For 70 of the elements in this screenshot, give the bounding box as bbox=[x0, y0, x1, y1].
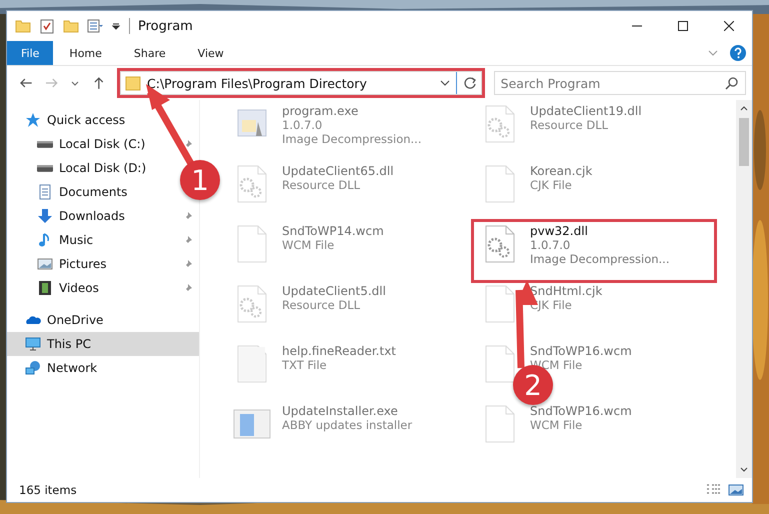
file-name[interactable]: UpdateClient19.dll bbox=[530, 104, 642, 118]
back-icon[interactable] bbox=[19, 76, 33, 90]
file-detail: WCM File bbox=[530, 418, 584, 432]
search-icon[interactable] bbox=[725, 76, 739, 90]
ribbon-tab[interactable]: Share bbox=[118, 41, 182, 65]
expand-ribbon-icon[interactable] bbox=[708, 48, 718, 58]
film-icon bbox=[37, 280, 53, 296]
file-name[interactable]: program.exe bbox=[282, 104, 422, 118]
file-detail: Resource DLL bbox=[530, 118, 610, 132]
maximize-icon bbox=[678, 21, 688, 31]
file-name[interactable]: SndToWP14.wcm bbox=[282, 224, 384, 238]
file-detail: CJK File bbox=[530, 178, 573, 192]
nav-item[interactable]: Pictures bbox=[7, 252, 199, 276]
nav-item[interactable]: Downloads bbox=[7, 204, 199, 228]
customize-icon[interactable] bbox=[111, 21, 121, 31]
file-detail: Resource DLL bbox=[282, 298, 362, 312]
minimize-icon bbox=[632, 25, 642, 27]
view-options-icon[interactable] bbox=[87, 18, 103, 34]
network-icon bbox=[25, 360, 41, 376]
search-bar[interactable]: Search Program bbox=[494, 71, 746, 95]
monitor-icon bbox=[25, 336, 41, 352]
refresh-icon[interactable] bbox=[462, 76, 477, 90]
file-name[interactable]: UpdateClient65.dll bbox=[282, 164, 394, 178]
file-detail: Image Decompression... bbox=[530, 252, 670, 266]
large-icons-view-icon[interactable] bbox=[728, 482, 744, 498]
properties-icon[interactable] bbox=[39, 18, 55, 34]
ribbon-tab[interactable]: Home bbox=[53, 41, 118, 65]
nav-item[interactable]: Local Disk (C:) bbox=[7, 132, 199, 156]
nav-item[interactable]: OneDrive bbox=[7, 308, 199, 332]
document-icon bbox=[37, 184, 53, 200]
scroll-up-icon[interactable] bbox=[740, 104, 748, 112]
nav-item[interactable]: Music bbox=[7, 228, 199, 252]
drive-icon bbox=[37, 164, 53, 172]
file-name: pvw32.dll bbox=[530, 224, 589, 238]
file-name[interactable]: SndToWP16.wcm bbox=[530, 344, 632, 358]
file-name[interactable]: Korean.cjk bbox=[530, 164, 592, 178]
window-title: Program bbox=[138, 18, 193, 34]
nav-item[interactable]: This PC bbox=[7, 332, 199, 356]
file-detail: ABBY updates installer bbox=[282, 418, 412, 432]
dropdown-icon[interactable] bbox=[440, 78, 450, 88]
download-icon bbox=[37, 208, 53, 224]
close-icon bbox=[724, 21, 734, 31]
ribbon-tab[interactable]: File bbox=[7, 41, 54, 65]
nav-item[interactable]: Documents bbox=[7, 180, 140, 204]
file-name[interactable]: SndToWP16.wcm bbox=[530, 404, 632, 418]
file-detail: 1.0.7.0 bbox=[282, 118, 324, 132]
ribbon-tab[interactable]: View bbox=[182, 41, 240, 65]
nav-item[interactable]: Quick access bbox=[7, 108, 199, 132]
nav-item[interactable]: Network bbox=[7, 356, 199, 380]
file-name[interactable]: UpdateInstaller.exe bbox=[282, 404, 412, 418]
scroll-thumb[interactable] bbox=[739, 118, 749, 166]
help-icon[interactable] bbox=[730, 45, 746, 61]
folder-icon bbox=[125, 75, 142, 91]
file-item[interactable]: pvw32.dll 1.0.7.0 Image Decompression... bbox=[474, 222, 714, 280]
file-detail: TXT File bbox=[282, 358, 328, 372]
file-detail: 1.0.7.0 bbox=[530, 238, 572, 252]
drive-icon bbox=[37, 140, 53, 148]
item-count: 165 items bbox=[19, 483, 77, 497]
file-detail: Resource DLL bbox=[282, 178, 362, 192]
address-bar[interactable]: C:\Program Files\Program Directory bbox=[120, 71, 482, 95]
file-name[interactable]: UpdateClient5.dll bbox=[282, 284, 386, 298]
star-icon bbox=[25, 112, 41, 128]
landscape-icon bbox=[37, 256, 53, 272]
file-detail: Image Decompression... bbox=[282, 132, 422, 146]
file-detail: WCM File bbox=[282, 238, 336, 252]
scroll-down-icon[interactable] bbox=[740, 466, 748, 474]
scrollbar[interactable] bbox=[736, 100, 752, 478]
nav-item[interactable]: Videos bbox=[7, 276, 199, 300]
nav-item[interactable]: Local Disk (D:) bbox=[7, 156, 158, 180]
file-name[interactable]: help.fineReader.txt bbox=[282, 344, 396, 358]
